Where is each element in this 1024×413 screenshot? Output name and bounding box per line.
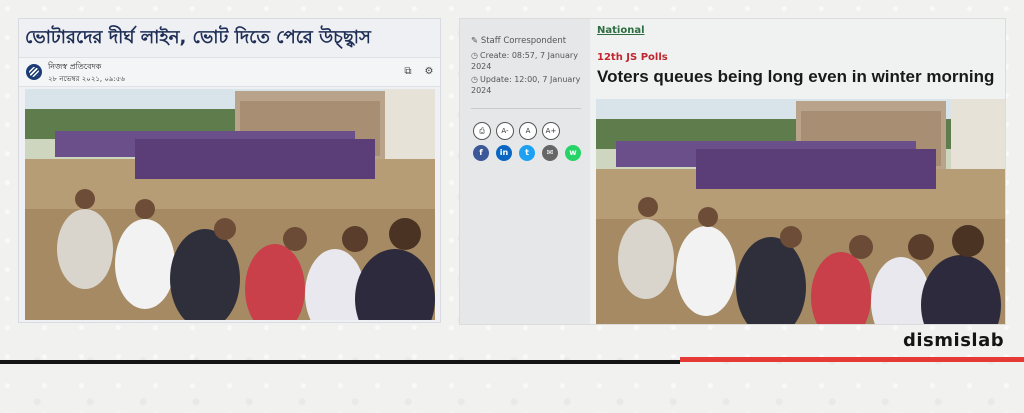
facebook-icon[interactable]: f	[473, 145, 489, 161]
publisher-avatar	[26, 64, 42, 80]
whatsapp-icon[interactable]: w	[565, 145, 581, 161]
updated-time: ◷ Update: 12:00, 7 January 2024	[471, 74, 581, 96]
linkedin-icon[interactable]: in	[496, 145, 512, 161]
font-reset-button[interactable]: A	[519, 122, 537, 140]
article-headline: Voters queues being long even in winter …	[597, 67, 995, 86]
font-increase-button[interactable]: A+	[542, 122, 560, 140]
left-article-card: ভোটারদের দীর্ঘ লাইন, ভোট দিতে পেরে উচ্ছ্…	[18, 18, 441, 323]
divider-red	[680, 357, 1024, 362]
left-article-date: ২৮ নভেম্বর ২০২১, ০৯:৫৬	[48, 75, 125, 83]
font-decrease-button[interactable]: A-	[496, 122, 514, 140]
left-article-photo	[25, 89, 435, 320]
left-article-meta: নিজস্ব প্রতিবেদক ২৮ নভেম্বর ২০২১, ০৯:৫৬ …	[19, 57, 440, 87]
left-article-title: ভোটারদের দীর্ঘ লাইন, ভোট দিতে পেরে উচ্ছ্…	[25, 27, 371, 48]
clock-icon: ◷	[471, 75, 478, 84]
settings-icon[interactable]: ⚙	[422, 65, 436, 79]
divider	[471, 108, 581, 109]
email-icon[interactable]: ✉	[542, 145, 558, 161]
article-sidebar: ✎ Staff Correspondent ◷ Create: 08:57, 7 …	[460, 19, 590, 324]
right-article-photo	[596, 99, 1005, 324]
twitter-icon[interactable]: t	[519, 145, 535, 161]
section-link-national[interactable]: National	[597, 25, 645, 36]
clock-icon: ◷	[471, 51, 478, 60]
created-time-text: Create: 08:57, 7 January 2024	[471, 51, 578, 71]
print-icon[interactable]: ⎙	[473, 122, 491, 140]
right-article-card: ✎ Staff Correspondent ◷ Create: 08:57, 7 …	[459, 18, 1006, 325]
divider-black	[0, 360, 680, 364]
created-time: ◷ Create: 08:57, 7 January 2024	[471, 50, 581, 72]
copy-icon[interactable]: ⧉	[401, 65, 415, 79]
pencil-icon: ✎	[471, 36, 479, 46]
byline: ✎ Staff Correspondent	[471, 36, 566, 46]
byline-text: Staff Correspondent	[480, 36, 567, 46]
updated-time-text: Update: 12:00, 7 January 2024	[471, 75, 581, 95]
article-kicker: 12th JS Polls	[597, 52, 668, 63]
brand-logo: dismislab	[903, 330, 1005, 351]
